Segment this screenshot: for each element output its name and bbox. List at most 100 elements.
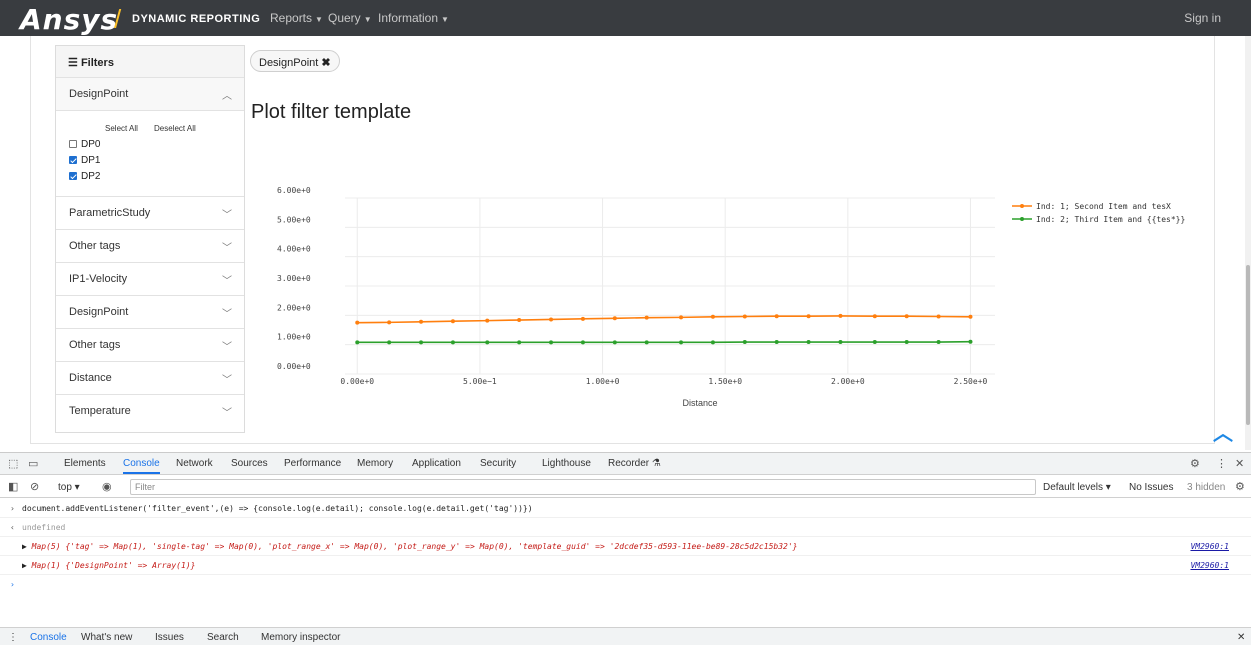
filter-section-designpoint[interactable]: DesignPoint ﹀ [56, 296, 244, 329]
filter-section-other-tags[interactable]: Other tags ﹀ [56, 230, 244, 263]
console-toolbar: ◧ ⊘ top ▾ ◉ Filter Default levels ▾ No I… [0, 476, 1251, 498]
nav-query[interactable]: Query ▼ [328, 11, 372, 25]
hamburger-icon: ☰ [68, 57, 78, 69]
sidebar-toggle-icon[interactable]: ◧ [8, 480, 18, 493]
expand-triangle-icon[interactable]: ▶ [22, 561, 27, 570]
drawer-menu-icon[interactable]: ⋮ [8, 632, 18, 643]
console-settings-icon[interactable]: ⚙ [1235, 480, 1245, 493]
data-point [679, 340, 684, 345]
checkbox-dp1[interactable]: DP1 [69, 155, 100, 166]
data-point [806, 314, 811, 319]
filter-section-body: Select All Deselect All DP0 DP1 DP2 [56, 111, 244, 197]
console-prompt[interactable]: › [0, 575, 1251, 594]
source-link[interactable]: VM2960:1 [1190, 561, 1229, 570]
tab-security[interactable]: Security [480, 458, 516, 469]
section-title: Distance [69, 372, 112, 384]
inspect-element-icon[interactable]: ⬚ [8, 457, 18, 470]
tab-memory[interactable]: Memory [357, 458, 393, 469]
page-scroll-thumb[interactable] [1246, 265, 1250, 425]
tab-lighthouse[interactable]: Lighthouse [542, 458, 591, 469]
section-title: Other tags [69, 240, 121, 252]
chevron-down-icon: ﹀ [222, 375, 232, 386]
settings-gear-icon[interactable]: ⚙ [1190, 457, 1200, 470]
drawer-tab-memory-inspector[interactable]: Memory inspector [261, 632, 340, 643]
select-all-button[interactable]: Select All [105, 124, 138, 133]
tab-network[interactable]: Network [176, 458, 213, 469]
clear-console-icon[interactable]: ⊘ [30, 480, 39, 493]
x-tick-label: 2.00e+0 [831, 377, 865, 386]
x-tick-label: 1.50e+0 [708, 377, 742, 386]
tab-console[interactable]: Console [123, 458, 160, 474]
console-filter-input[interactable]: Filter [130, 479, 1036, 495]
data-point [710, 340, 715, 345]
scroll-to-top-icon[interactable]: ︿ [1213, 417, 1233, 446]
legend-label: Ind: 1; Second Item and tesX [1036, 202, 1171, 211]
nav-reports[interactable]: Reports ▼ [270, 11, 323, 25]
data-point [549, 317, 554, 322]
drawer-tab-console[interactable]: Console [30, 632, 67, 643]
legend-marker [1020, 217, 1024, 221]
filter-section-designpoint-open[interactable]: DesignPoint ︿ [56, 78, 244, 111]
source-link[interactable]: VM2960:1 [1190, 542, 1229, 551]
section-title: IP1-Velocity [69, 273, 128, 285]
y-tick-label: 2.00e+0 [277, 303, 311, 312]
checkbox-dp2[interactable]: DP2 [69, 171, 100, 182]
data-point [968, 339, 973, 344]
deselect-all-button[interactable]: Deselect All [154, 124, 196, 133]
close-drawer-icon[interactable]: ✕ [1237, 632, 1245, 643]
active-filter-pill[interactable]: DesignPoint ✖ [250, 50, 340, 72]
eye-icon[interactable]: ◉ [102, 480, 112, 493]
console-log-line[interactable]: ▶ Map(5) {'tag' => Map(1), 'single-tag' … [0, 537, 1251, 556]
console-log-line[interactable]: ▶ Map(1) {'DesignPoint' => Array(1)} VM2… [0, 556, 1251, 575]
legend-marker [1020, 204, 1024, 208]
y-tick-label: 3.00e+0 [277, 274, 311, 283]
tab-sources[interactable]: Sources [231, 458, 268, 469]
line-chart[interactable]: 0.00e+0 1.00e+0 2.00e+0 3.00e+0 4.00e+0 5.00e… [250, 180, 1190, 420]
device-toolbar-icon[interactable]: ▭ [28, 457, 38, 470]
nav-information[interactable]: Information ▼ [378, 11, 449, 25]
filter-section-other-tags-2[interactable]: Other tags ﹀ [56, 329, 244, 362]
data-point [872, 314, 877, 319]
tab-recorder[interactable]: Recorder ⚗ [608, 458, 661, 469]
series-line [357, 315, 971, 324]
close-icon[interactable]: ✖ [321, 57, 330, 69]
data-point [419, 340, 424, 345]
tab-performance[interactable]: Performance [284, 458, 341, 469]
section-title: ParametricStudy [69, 207, 151, 219]
issues-count[interactable]: No Issues [1129, 482, 1173, 493]
devtools-panel: ⬚ ▭ Elements Console Network Sources Per… [0, 452, 1251, 645]
data-point [387, 340, 392, 345]
data-point [774, 340, 779, 345]
x-tick-label: 5.00e−1 [463, 377, 497, 386]
console-input-line: › document.addEventListener('filter_even… [0, 499, 1251, 518]
tab-elements[interactable]: Elements [64, 458, 106, 469]
section-title: DesignPoint [69, 88, 129, 100]
filter-section-ip1-velocity[interactable]: IP1-Velocity ﹀ [56, 263, 244, 296]
drawer-tab-search[interactable]: Search [207, 632, 239, 643]
section-title: Other tags [69, 339, 121, 351]
tab-application[interactable]: Application [412, 458, 461, 469]
context-selector[interactable]: top ▾ [58, 482, 80, 493]
checkbox-icon [69, 140, 77, 148]
close-devtools-icon[interactable]: ✕ [1235, 457, 1244, 470]
caret-down-icon: ▼ [441, 15, 449, 24]
ansys-logo[interactable]: Ansys [20, 3, 118, 36]
drawer-tab-issues[interactable]: Issues [155, 632, 184, 643]
data-point [580, 316, 585, 321]
filter-section-parametricstudy[interactable]: ParametricStudy ﹀ [56, 197, 244, 230]
sign-in-link[interactable]: Sign in [1184, 11, 1221, 25]
data-point [710, 314, 715, 319]
drawer-tab-whats-new[interactable]: What's new [81, 632, 132, 643]
y-tick-label: 5.00e+0 [277, 215, 311, 224]
expand-triangle-icon[interactable]: ▶ [22, 542, 27, 551]
devtools-drawer: ⋮ Console What's new Issues Search Memor… [0, 627, 1251, 645]
checkbox-dp0[interactable]: DP0 [69, 139, 100, 150]
x-tick-label: 0.00e+0 [340, 377, 374, 386]
more-options-icon[interactable]: ⋮ [1216, 457, 1227, 470]
log-levels-dropdown[interactable]: Default levels ▾ [1043, 482, 1111, 493]
y-tick-label: 1.00e+0 [277, 333, 311, 342]
chevron-down-icon: ﹀ [222, 408, 232, 419]
filter-section-temperature[interactable]: Temperature ﹀ [56, 395, 244, 428]
filter-section-distance[interactable]: Distance ﹀ [56, 362, 244, 395]
chevron-down-icon: ﹀ [222, 210, 232, 221]
